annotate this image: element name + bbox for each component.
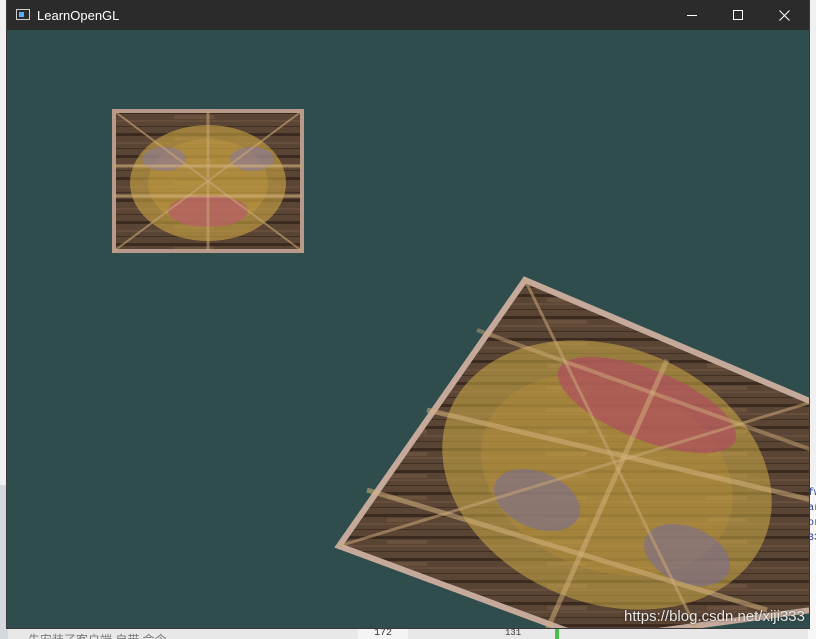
minimize-button[interactable] [669,0,715,30]
background-line-number-2: 131 [505,628,522,638]
background-editor-strip: 先安装了客户端 自带 命令 172 [8,628,808,639]
close-button[interactable] [761,0,807,30]
watermark-url: https://blog.csdn.net/xiji333 [624,608,805,625]
maximize-button[interactable] [715,0,761,30]
title-bar[interactable]: LearnOpenGL [7,0,809,30]
app-icon [16,9,30,20]
maximize-icon [733,10,743,20]
background-code-fragment: fwaror33 [808,488,816,544]
close-icon [778,9,790,21]
container-face-large [334,276,809,628]
scene-canvas [112,109,809,628]
opengl-viewport[interactable]: https://blog.csdn.net/xiji333 [7,30,809,628]
learnopengl-window: LearnOpenGL https://blog.csdn.net/xiji33… [7,0,809,628]
minimize-icon [687,15,697,16]
background-text: 先安装了客户端 自带 命令 [28,631,167,639]
background-green-marker [555,628,559,639]
window-title: LearnOpenGL [37,8,120,23]
background-line-number: 172 [358,628,408,639]
container-face-small [112,109,304,253]
